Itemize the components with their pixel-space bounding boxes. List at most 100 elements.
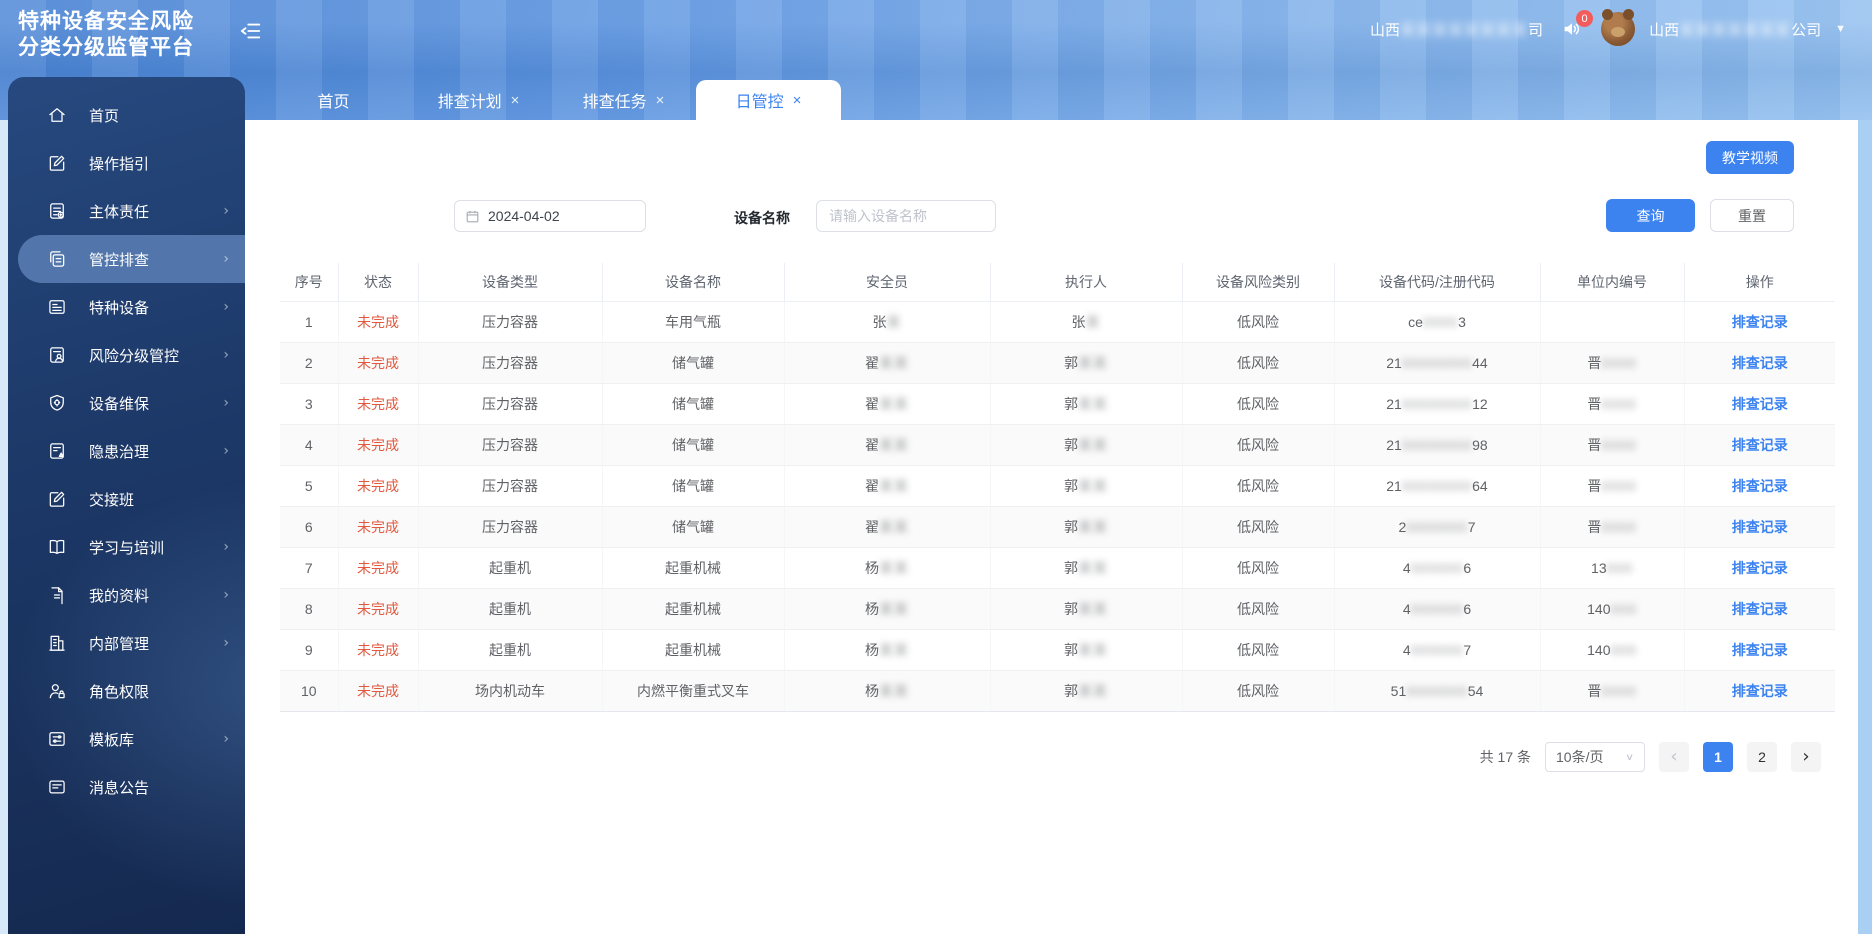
chevron-right-icon: › <box>223 443 229 459</box>
sidebar-item[interactable]: 模板库 › <box>8 715 245 763</box>
page-button-1[interactable]: 1 <box>1703 742 1733 772</box>
user-avatar[interactable] <box>1601 9 1636 46</box>
select-chevron-icon: ∨ <box>1625 751 1634 763</box>
cell-device-type: 压力容器 <box>418 424 603 466</box>
sidebar-item[interactable]: 角色权限 <box>8 667 245 715</box>
sidebar-item[interactable]: 消息公告 <box>8 763 245 811</box>
cell-no: 9 <box>280 629 339 671</box>
company-left-suffix: 司 <box>1528 21 1544 39</box>
table-row: 2 未完成 压力容器 储气罐 翟某某 郭某某 低风险 210000000044 … <box>280 342 1835 384</box>
cell-safety-officer: 翟某某 <box>784 506 991 548</box>
sidebar-item[interactable]: 学习与培训 › <box>8 523 245 571</box>
company-right-masked: 某某某某某某某 <box>1679 21 1792 39</box>
cell-status: 未完成 <box>338 670 419 712</box>
cell-device-name: 储气罐 <box>602 342 785 384</box>
tab-close-icon[interactable]: × <box>656 93 665 108</box>
reset-button[interactable]: 重置 <box>1710 199 1794 232</box>
company-left-prefix: 山西 <box>1370 21 1401 39</box>
cell-status: 未完成 <box>338 342 419 384</box>
inspection-record-link[interactable]: 排查记录 <box>1732 683 1788 699</box>
sidebar-item-label: 模板库 <box>89 731 135 749</box>
inspection-record-link[interactable]: 排查记录 <box>1732 601 1788 617</box>
sidebar-item[interactable]: 特种设备 › <box>8 283 245 331</box>
cell-action: 排查记录 <box>1684 588 1835 630</box>
table-row: 9 未完成 起重机 起重机械 杨某某 郭某某 低风险 40000007 1400… <box>280 629 1835 671</box>
cell-device-code: 40000006 <box>1334 588 1541 630</box>
table-row: 8 未完成 起重机 起重机械 杨某某 郭某某 低风险 40000006 1400… <box>280 588 1835 630</box>
device-name-input[interactable] <box>816 200 996 232</box>
page-button-2[interactable]: 2 <box>1747 742 1777 772</box>
app-title-line1: 特种设备安全风险 <box>18 10 194 33</box>
sidebar-item[interactable]: 交接班 <box>8 475 245 523</box>
cell-no: 10 <box>280 670 339 712</box>
sidebar-item[interactable]: 首页 <box>8 91 245 139</box>
cell-status: 未完成 <box>338 424 419 466</box>
sidebar-item[interactable]: 管控排查 › <box>18 235 245 283</box>
search-button[interactable]: 查询 <box>1606 199 1695 232</box>
sidebar-item[interactable]: 隐患治理 › <box>8 427 245 475</box>
cell-device-type: 压力容器 <box>418 506 603 548</box>
next-page-button[interactable]: › <box>1791 742 1821 772</box>
doc-warning-icon <box>46 441 67 462</box>
tutorial-video-button[interactable]: 教学视频 <box>1706 141 1794 174</box>
cell-action: 排查记录 <box>1684 383 1835 425</box>
inspection-record-link[interactable]: 排查记录 <box>1732 560 1788 576</box>
cell-action: 排查记录 <box>1684 506 1835 548</box>
cell-device-name: 储气罐 <box>602 383 785 425</box>
cell-device-code: 40000006 <box>1334 547 1541 589</box>
sidebar-item[interactable]: 我的资料 › <box>8 571 245 619</box>
cell-executor: 郭某某 <box>990 670 1183 712</box>
cell-device-type: 压力容器 <box>418 383 603 425</box>
cell-device-type: 场内机动车 <box>418 670 603 712</box>
sidebar-item[interactable]: 操作指引 <box>8 139 245 187</box>
column-header: 安全员 <box>784 263 991 302</box>
notice-icon <box>46 777 67 798</box>
chevron-right-icon: › <box>223 635 229 651</box>
inspection-record-link[interactable]: 排查记录 <box>1732 519 1788 535</box>
avatar-face <box>1611 26 1626 37</box>
sidebar-item-label: 隐患治理 <box>89 443 150 461</box>
cell-safety-officer: 翟某某 <box>784 465 991 507</box>
date-picker[interactable]: 2024-04-02 <box>454 200 646 232</box>
cell-unit-number: 140000 <box>1540 629 1685 671</box>
inspection-record-link[interactable]: 排查记录 <box>1732 478 1788 494</box>
cell-unit-number: 晋0000 <box>1540 424 1685 466</box>
column-header: 单位内编号 <box>1540 263 1685 302</box>
cell-device-code: 200000007 <box>1334 506 1541 548</box>
cell-device-code: 210000000064 <box>1334 465 1541 507</box>
tab-close-icon[interactable]: × <box>511 93 520 108</box>
sidebar-item[interactable]: 内部管理 › <box>8 619 245 667</box>
chevron-down-icon[interactable]: ▼ <box>1835 23 1846 35</box>
cell-status: 未完成 <box>338 588 419 630</box>
tab[interactable]: 排查计划 × <box>406 80 551 120</box>
sidebar-item[interactable]: 设备维保 › <box>8 379 245 427</box>
inspection-record-link[interactable]: 排查记录 <box>1732 642 1788 658</box>
cell-device-name: 内燃平衡重式叉车 <box>602 670 785 712</box>
tab[interactable]: 首页 <box>261 80 406 120</box>
tab-close-icon[interactable]: × <box>793 93 802 108</box>
inspection-record-link[interactable]: 排查记录 <box>1732 314 1788 330</box>
sidebar-collapse-icon[interactable] <box>240 20 264 44</box>
page-size-select[interactable]: 10条/页 ∨ <box>1545 742 1645 772</box>
inspection-record-link[interactable]: 排查记录 <box>1732 396 1788 412</box>
prev-page-button[interactable]: ‹ <box>1659 742 1689 772</box>
company-name-right[interactable]: 山西某某某某某某某公司 <box>1649 19 1821 40</box>
sidebar-item[interactable]: 主体责任 › <box>8 187 245 235</box>
sidebar-item-label: 管控排查 <box>89 251 150 269</box>
sidebar-item-label: 内部管理 <box>89 635 150 653</box>
inspection-record-link[interactable]: 排查记录 <box>1732 437 1788 453</box>
sidebar-item[interactable]: 风险分级管控 › <box>8 331 245 379</box>
inspection-record-link[interactable]: 排查记录 <box>1732 355 1788 371</box>
notification-speaker-icon[interactable]: 0 <box>1557 10 1594 44</box>
cell-unit-number: 晋0000 <box>1540 506 1685 548</box>
chevron-right-icon: › <box>223 251 229 267</box>
tab[interactable]: 排查任务 × <box>551 80 696 120</box>
cell-action: 排查记录 <box>1684 629 1835 671</box>
sidebar: 首页 操作指引 主体责任 › 管控排查 › 特种设备 › 风险分级管控 › 设备… <box>8 77 245 934</box>
column-header: 设备类型 <box>418 263 603 302</box>
tab[interactable]: 日管控 × <box>696 80 841 120</box>
cell-status: 未完成 <box>338 547 419 589</box>
sidebar-item-label: 交接班 <box>89 491 135 509</box>
scrollbar[interactable] <box>1858 120 1872 934</box>
cell-safety-officer: 杨某某 <box>784 588 991 630</box>
